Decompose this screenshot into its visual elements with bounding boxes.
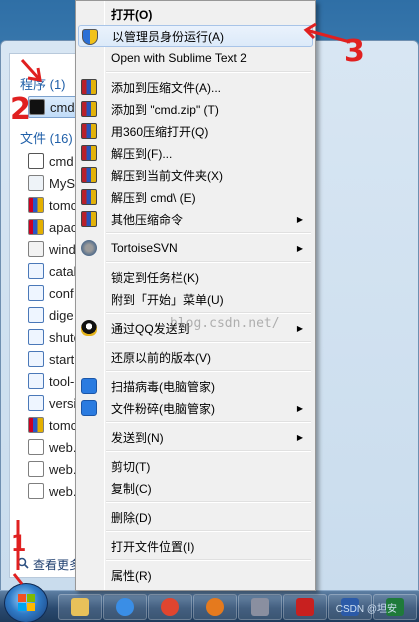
annotation-overlay: [12, 22, 351, 585]
annotation-step-1: 1: [11, 532, 27, 557]
annotation-step-2: 2: [10, 92, 31, 127]
annotation-arrow-2: [20, 58, 42, 82]
annotation-step-3: 3: [344, 34, 365, 69]
